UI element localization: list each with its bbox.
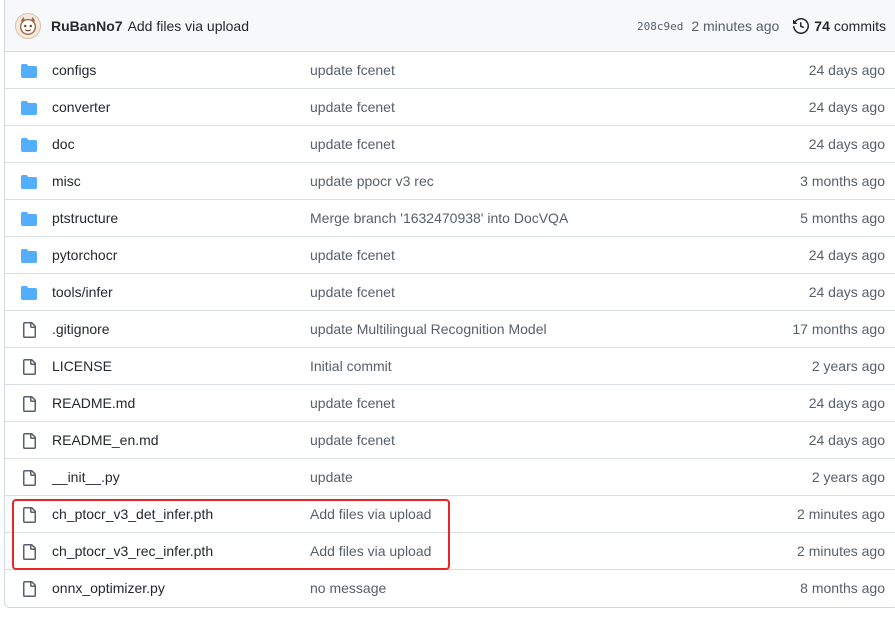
file-row: LICENSE Initial commit 2 years ago: [5, 348, 895, 385]
file-row: converter update fcenet 24 days ago: [5, 89, 895, 126]
commit-message-link[interactable]: update Multilingual Recognition Model: [310, 311, 547, 348]
file-name-link[interactable]: onnx_optimizer.py: [52, 570, 165, 607]
file-name-link[interactable]: ptstructure: [52, 200, 118, 237]
folder-icon: [21, 63, 37, 79]
file-name-link[interactable]: LICENSE: [52, 348, 112, 385]
file-icon: [21, 581, 37, 597]
history-icon: [793, 18, 810, 34]
file-name-link[interactable]: __init__.py: [52, 459, 120, 496]
file-row: tools/infer update fcenet 24 days ago: [5, 274, 895, 311]
commit-message-link[interactable]: update ppocr v3 rec: [310, 163, 434, 200]
commit-age: 24 days ago: [808, 62, 885, 78]
file-icon: [21, 544, 37, 560]
file-name-link[interactable]: README.md: [52, 385, 135, 422]
file-row: README_en.md update fcenet 24 days ago: [5, 422, 895, 459]
file-row: ptstructure Merge branch '1632470938' int…: [5, 200, 895, 237]
commit-age: 2 minutes ago: [797, 506, 885, 522]
file-name-link[interactable]: ch_ptocr_v3_det_infer.pth: [52, 496, 213, 533]
file-name-link[interactable]: doc: [52, 126, 75, 163]
folder-icon: [21, 100, 37, 116]
commit-message-link[interactable]: update: [310, 459, 353, 496]
file-row: ch_ptocr_v3_rec_infer.pth Add files via u…: [5, 533, 895, 570]
commit-age: 2 years ago: [811, 469, 885, 485]
file-row: misc update ppocr v3 rec 3 months ago: [5, 163, 895, 200]
file-row: .gitignore update Multilingual Recognitio…: [5, 311, 895, 348]
commit-age: 24 days ago: [808, 395, 885, 411]
file-name-link[interactable]: misc: [52, 163, 81, 200]
commit-age: 17 months ago: [792, 321, 885, 337]
latest-commit-bar: RuBanNo7 Add files via upload 208c9ed 2 …: [5, 0, 895, 52]
commit-author-link[interactable]: RuBanNo7: [51, 18, 123, 34]
file-icon: [21, 396, 37, 412]
file-name-link[interactable]: configs: [52, 52, 96, 89]
commit-message-link[interactable]: update fcenet: [310, 422, 395, 459]
commit-meta: 208c9ed 2 minutes ago 74 commits: [637, 0, 886, 52]
commit-message-link[interactable]: update fcenet: [310, 385, 395, 422]
commit-age: 24 days ago: [808, 432, 885, 448]
file-icon: [21, 507, 37, 523]
file-browser: RuBanNo7 Add files via upload 208c9ed 2 …: [4, 0, 895, 608]
file-row: pytorchocr update fcenet 24 days ago: [5, 237, 895, 274]
file-icon: [21, 322, 37, 338]
commit-message-link[interactable]: Initial commit: [310, 348, 392, 385]
file-row: configs update fcenet 24 days ago: [5, 52, 895, 89]
file-row: onnx_optimizer.py no message 8 months ago: [5, 570, 895, 607]
commit-message-link[interactable]: no message: [310, 570, 386, 607]
commit-count: 74: [814, 18, 830, 34]
commits-label: commits: [833, 18, 886, 34]
commit-age: 8 months ago: [800, 580, 885, 596]
commit-message-link[interactable]: update fcenet: [310, 274, 395, 311]
commit-age: 24 days ago: [808, 284, 885, 300]
file-icon: [21, 470, 37, 486]
commit-message-link[interactable]: update fcenet: [310, 89, 395, 126]
commit-age: 2 minutes ago: [797, 543, 885, 559]
file-name-link[interactable]: ch_ptocr_v3_rec_infer.pth: [52, 533, 213, 570]
file-name-link[interactable]: tools/infer: [52, 274, 113, 311]
file-name-link[interactable]: converter: [52, 89, 110, 126]
commit-message-link[interactable]: Add files via upload: [310, 533, 431, 570]
file-list: configs update fcenet 24 days ago converter…: [5, 52, 895, 607]
commit-age: 3 months ago: [800, 173, 885, 189]
file-row: __init__.py update 2 years ago: [5, 459, 895, 496]
folder-icon: [21, 137, 37, 153]
commit-message-link[interactable]: Merge branch '1632470938' into DocVQA: [310, 200, 568, 237]
commit-message-link[interactable]: Add files via upload: [310, 496, 431, 533]
folder-icon: [21, 285, 37, 301]
file-icon: [21, 359, 37, 375]
commit-message-link[interactable]: update fcenet: [310, 52, 395, 89]
commit-time: 2 minutes ago: [691, 18, 780, 34]
commit-age: 5 months ago: [800, 210, 885, 226]
commit-message-link[interactable]: update fcenet: [310, 126, 395, 163]
file-icon: [21, 433, 37, 449]
commit-age: 24 days ago: [808, 99, 885, 115]
avatar[interactable]: [15, 12, 41, 39]
commit-age: 24 days ago: [808, 247, 885, 263]
file-name-link[interactable]: .gitignore: [52, 311, 110, 348]
commit-sha-link[interactable]: 208c9ed: [637, 20, 683, 33]
commit-history-link[interactable]: 74 commits: [793, 18, 886, 34]
file-name-link[interactable]: pytorchocr: [52, 237, 117, 274]
folder-icon: [21, 211, 37, 227]
commit-age: 24 days ago: [808, 136, 885, 152]
file-row: doc update fcenet 24 days ago: [5, 126, 895, 163]
folder-icon: [21, 248, 37, 264]
commit-message-link[interactable]: Add files via upload: [128, 18, 249, 34]
file-name-link[interactable]: README_en.md: [52, 422, 159, 459]
file-row: README.md update fcenet 24 days ago: [5, 385, 895, 422]
folder-icon: [21, 174, 37, 190]
commit-age: 2 years ago: [811, 358, 885, 374]
commit-message-link[interactable]: update fcenet: [310, 237, 395, 274]
file-row: ch_ptocr_v3_det_infer.pth Add files via u…: [5, 496, 895, 533]
